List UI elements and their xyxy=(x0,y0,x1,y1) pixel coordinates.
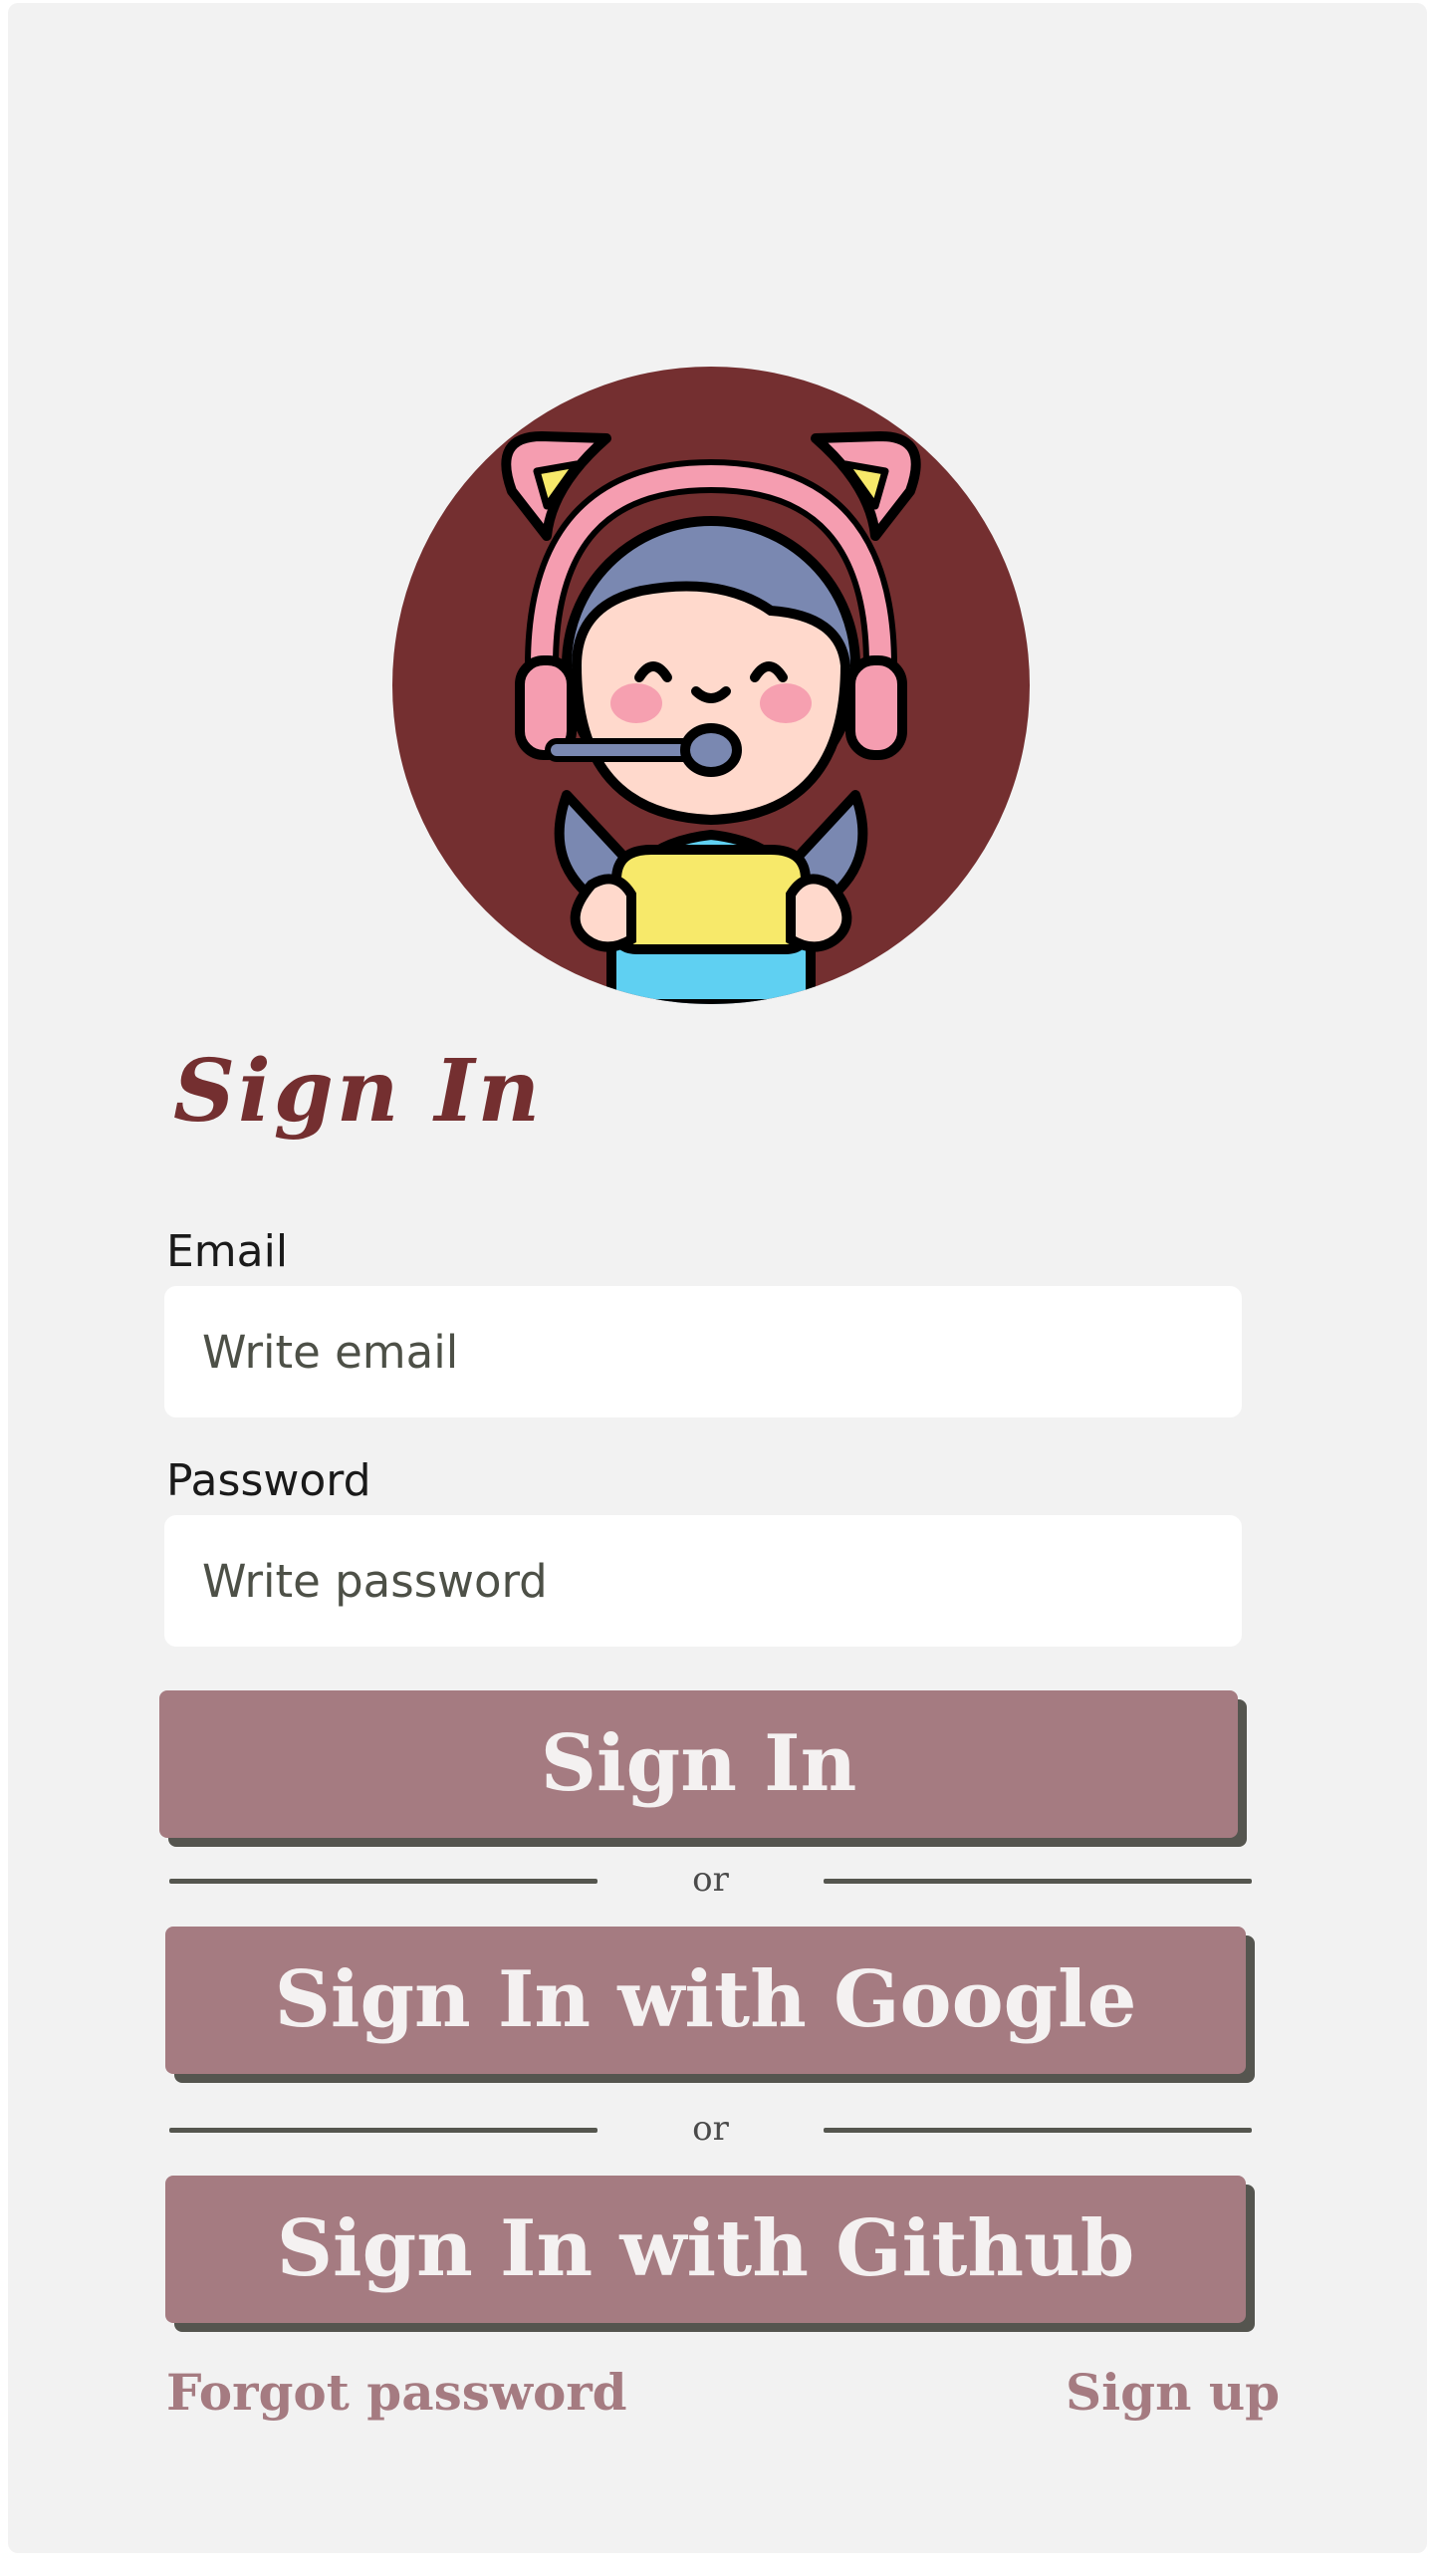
forgot-password-link[interactable]: Forgot password xyxy=(166,2368,627,2418)
password-field[interactable] xyxy=(164,1515,1242,1647)
email-field[interactable] xyxy=(164,1286,1242,1417)
google-sign-in-label: Sign In with Google xyxy=(274,1954,1137,2045)
divider-line-right xyxy=(824,1879,1252,1884)
or-divider: or xyxy=(169,1861,1252,1901)
google-sign-in-button[interactable]: Sign In with Google xyxy=(165,1927,1246,2074)
sign-up-link[interactable]: Sign up xyxy=(1066,2368,1280,2418)
sign-in-button[interactable]: Sign In xyxy=(159,1690,1238,1838)
github-sign-in-button[interactable]: Sign In with Github xyxy=(165,2176,1246,2323)
email-label: Email xyxy=(166,1226,289,1277)
github-sign-in-label: Sign In with Github xyxy=(276,2203,1135,2294)
sign-in-button-label: Sign In xyxy=(540,1718,857,1809)
or-divider: or xyxy=(169,2110,1252,2150)
gamer-girl-with-headset-icon xyxy=(501,431,921,1004)
password-label: Password xyxy=(166,1455,371,1506)
page-title: Sign In xyxy=(173,1041,544,1142)
avatar xyxy=(392,367,1030,1004)
sign-in-card: Sign In Email Password Sign In or Sign I… xyxy=(8,3,1427,2553)
divider-line-right xyxy=(824,2128,1252,2133)
